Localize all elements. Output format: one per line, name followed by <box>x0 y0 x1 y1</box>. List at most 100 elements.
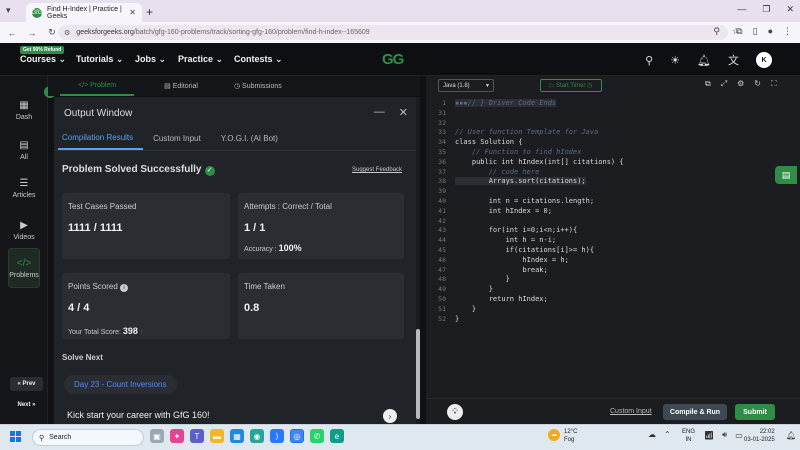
line-number: 46 <box>438 255 446 264</box>
sidebar-item-dash[interactable]: ▦ Dash <box>8 90 40 130</box>
next-button[interactable]: Next » <box>10 398 43 412</box>
code-line: public int hIndex(int[] citations) { <box>455 157 624 166</box>
tab-problem[interactable]: </> Problem <box>60 76 135 96</box>
minimize-panel-icon[interactable]: — <box>374 106 385 119</box>
url-field[interactable]: ⚙ geeksforgeeks.org /batch/gfg-160-probl… <box>58 25 728 40</box>
close-window-icon[interactable]: ✕ <box>786 4 794 15</box>
maximize-icon[interactable]: ❐ <box>762 4 770 15</box>
sidebar-item-all[interactable]: ▤ All <box>8 130 40 170</box>
teams-icon[interactable]: T <box>190 429 204 443</box>
close-tab-icon[interactable]: ✕ <box>129 8 136 17</box>
code-line: // User function Template for Java <box>455 128 599 137</box>
vscode-icon[interactable]: ⟩ <box>270 429 284 443</box>
code-line: hIndex = h; <box>455 255 569 264</box>
tab-submissions[interactable]: ◷ Submissions <box>216 76 300 96</box>
notifications-icon[interactable]: 🔔︎ <box>786 431 796 440</box>
file-explorer-icon[interactable]: ▬ <box>210 429 224 443</box>
browser-actions: ⧉ ▯ ● ⋮ <box>736 26 792 37</box>
code-line: // Function to find hIndex <box>455 148 582 156</box>
translate-icon[interactable]: 文 <box>728 52 739 68</box>
nav-contests[interactable]: Contests ⌄ <box>234 54 283 65</box>
language-select[interactable]: Java (1.8) ▼ <box>438 79 494 92</box>
chevron-right-icon[interactable]: › <box>383 409 397 423</box>
compile-run-button[interactable]: Compile & Run <box>663 404 727 420</box>
sidebar-item-label: Dash <box>15 113 33 121</box>
arrow-up-icon: ↑ <box>139 329 144 336</box>
windows-start-icon[interactable] <box>10 431 21 442</box>
avatar[interactable]: K <box>756 52 772 68</box>
accuracy-label: Accuracy : <box>244 246 279 253</box>
minimize-icon[interactable]: — <box>737 4 746 15</box>
nav-jobs[interactable]: Jobs ⌄ <box>135 54 166 65</box>
theme-toggle-icon[interactable]: ☀ <box>670 54 680 67</box>
sidebar-item-videos[interactable]: ▶ Videos <box>8 210 40 250</box>
submit-button[interactable]: Submit <box>735 404 775 420</box>
custom-input-link[interactable]: Custom Input <box>610 408 652 415</box>
info-icon[interactable]: i <box>120 284 129 292</box>
new-tab-icon[interactable]: + <box>146 5 153 19</box>
chat-icon[interactable]: ▤ <box>775 166 797 184</box>
sidebar-item-problems[interactable]: </> Problems <box>8 248 40 288</box>
search-icon: ⚲ <box>39 434 45 442</box>
code-line: } <box>455 304 477 313</box>
code-line: // code here <box>455 167 540 176</box>
settings-gear-icon[interactable]: ⚙ <box>737 79 744 89</box>
store-icon[interactable]: ▦ <box>230 429 244 443</box>
accuracy-line: Accuracy : 100% <box>244 243 302 253</box>
refund-badge[interactable]: Get 90% Refund <box>20 46 65 54</box>
nav-courses[interactable]: Courses ⌄ <box>20 54 66 65</box>
taskbar-search[interactable]: ⚲ Search <box>32 429 144 446</box>
wifi-icon[interactable]: 📶︎ <box>704 431 714 440</box>
code-line: return hIndex; <box>455 295 548 303</box>
input-language[interactable]: ENG IN <box>682 428 695 444</box>
site-info-icon[interactable]: ⚙ <box>64 29 70 37</box>
sidebar-item-articles[interactable]: ☰ Articles <box>8 168 40 208</box>
battery-icon[interactable]: ▭ <box>735 431 743 440</box>
profile-icon[interactable]: ● <box>768 26 773 37</box>
chrome-icon[interactable]: ◎ <box>290 429 304 443</box>
copy-icon[interactable]: ⧉ <box>705 79 711 89</box>
line-number: 33 <box>438 128 446 137</box>
tab-custom-input[interactable]: Custom Input <box>149 127 211 150</box>
browser-tab-active[interactable]: GfG Find H-Index | Practice | Geeks ✕ <box>26 3 142 22</box>
close-panel-icon[interactable]: ✕ <box>399 106 408 119</box>
edge-icon[interactable]: e <box>330 429 344 443</box>
photos-icon[interactable]: ◉ <box>250 429 264 443</box>
reset-icon[interactable]: ↻ <box>754 79 761 89</box>
nav-practice[interactable]: Practice ⌄ <box>178 54 223 65</box>
output-window-controls: — ✕ <box>374 106 408 119</box>
fullscreen-icon[interactable]: ⛶ <box>771 79 777 89</box>
notification-bell-icon[interactable]: 🔔︎ <box>697 54 711 67</box>
tab-compilation-results[interactable]: Compilation Results <box>58 127 144 150</box>
back-icon[interactable]: ← <box>4 28 20 38</box>
whatsapp-icon[interactable]: ✆ <box>310 429 324 443</box>
tray-overflow-icon[interactable]: ⌃ <box>664 430 671 439</box>
header-icons: ⚲ ☀ 🔔︎ 文 K <box>645 52 772 68</box>
tab-list-icon[interactable]: ▾ <box>6 5 11 16</box>
code-line: int h = n-i; <box>455 236 557 245</box>
start-timer-button[interactable]: ▷ Start Timer ◷ <box>540 79 602 92</box>
zoom-icon[interactable]: ⚲ <box>713 26 720 37</box>
onedrive-icon[interactable]: ☁ <box>648 430 656 439</box>
copilot-icon[interactable]: ✦ <box>170 429 184 443</box>
gfg-logo[interactable]: GG <box>382 51 404 68</box>
forward-icon[interactable]: → <box>24 28 40 38</box>
prev-button[interactable]: « Prev <box>10 377 43 391</box>
code-line: Arrays.sort(citations); <box>455 177 586 186</box>
volume-icon[interactable]: 🔊︎ <box>722 430 727 440</box>
extensions-icon[interactable]: ⧉ <box>736 26 742 37</box>
expand-icon[interactable]: ⤢ <box>721 79 727 89</box>
nav-tutorials[interactable]: Tutorials ⌄ <box>76 54 123 65</box>
code-area[interactable]: ▪▪▪// } Driver Code Ends // User function… <box>455 96 795 331</box>
task-view-icon[interactable]: ▣ <box>150 429 164 443</box>
search-icon[interactable]: ⚲ <box>645 54 653 67</box>
suggest-feedback-link[interactable]: Suggest Feedback <box>352 167 402 173</box>
lightbulb-icon[interactable]: 💡︎ <box>447 404 463 420</box>
points-label: Points Scored i <box>68 282 129 292</box>
sidepanel-icon[interactable]: ▯ <box>753 26 758 37</box>
taskbar-clock[interactable]: 22:02 03-01-2025 <box>744 428 775 444</box>
tab-editorial[interactable]: ▤ Editorial <box>146 76 216 96</box>
browser-menu-icon[interactable]: ⋮ <box>783 26 792 37</box>
next-problem-link[interactable]: Day 23 - Count Inversions <box>64 375 177 394</box>
tab-yogi-ai-bot[interactable]: Y.O.G.I. (AI Bot) <box>217 127 288 150</box>
